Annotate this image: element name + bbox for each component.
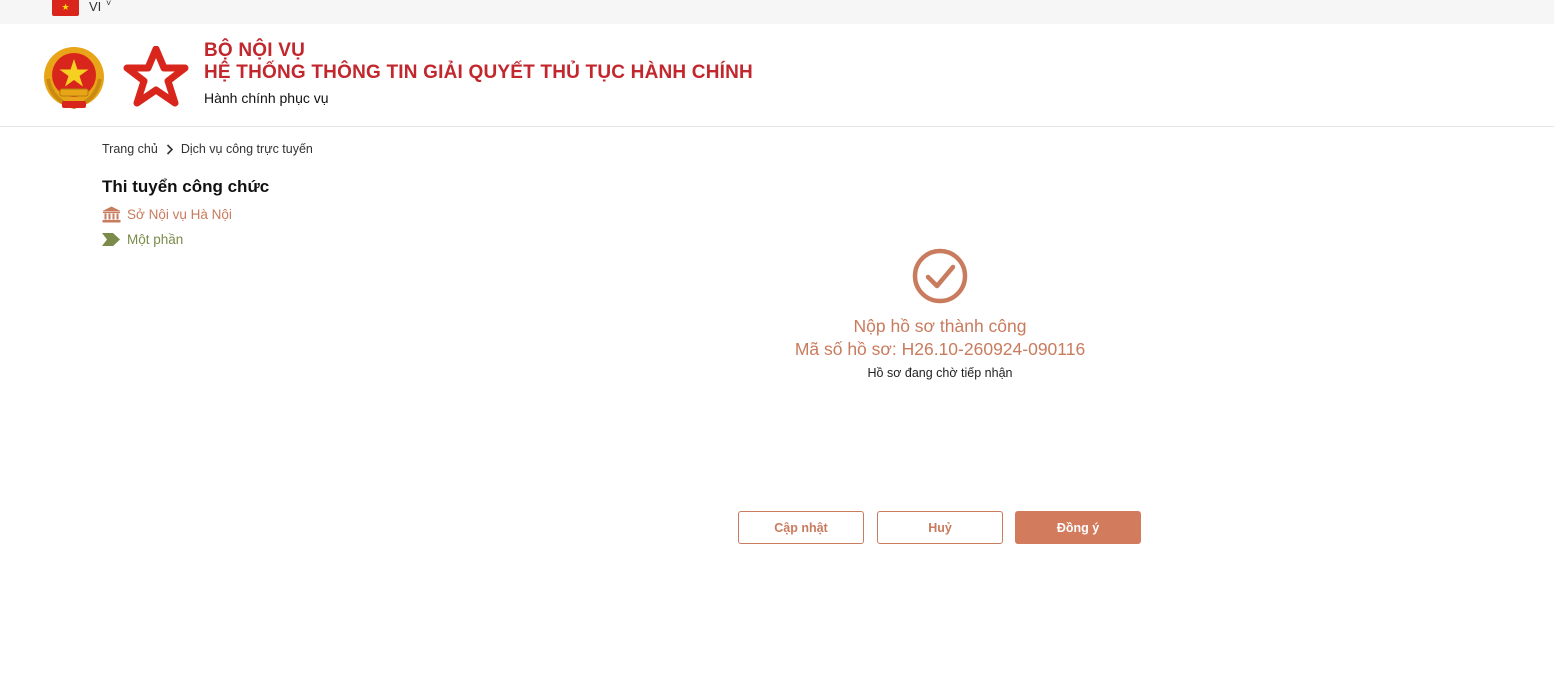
service-level-row: Một phần	[102, 232, 183, 247]
agency-name: Sở Nội vụ Hà Nội	[127, 207, 232, 222]
site-header: BỘ NỘI VỤ HỆ THỐNG THÔNG TIN GIẢI QUYẾT …	[0, 24, 1554, 127]
chevron-down-icon[interactable]: ˅	[106, 0, 111, 8]
chevron-right-icon	[166, 143, 173, 155]
slogan: Hành chính phục vụ	[204, 90, 329, 106]
vietnam-flag-icon[interactable]: ★	[52, 0, 79, 16]
dossier-code: Mã số hồ sơ: H26.10-260924-090116	[794, 339, 1086, 359]
update-button[interactable]: Cập nhật	[738, 511, 864, 544]
breadcrumb-home-link[interactable]: Trang chủ	[102, 142, 158, 156]
breadcrumb: Trang chủ Dịch vụ công trực tuyến	[102, 142, 313, 156]
procedure-title: Thi tuyển công chức	[102, 177, 270, 196]
building-icon	[102, 206, 121, 223]
breadcrumb-current: Dịch vụ công trực tuyến	[180, 142, 313, 156]
service-level: Một phần	[127, 232, 184, 247]
cancel-button[interactable]: Huỷ	[877, 511, 1003, 544]
confirm-button[interactable]: Đồng ý	[1015, 511, 1141, 544]
agency-row: Sở Nội vụ Hà Nội	[102, 206, 232, 223]
check-circle-icon	[912, 248, 968, 304]
ministry-name: BỘ NỘI VỤ	[204, 40, 306, 61]
success-message: Nộp hồ sơ thành công	[853, 316, 1027, 336]
national-emblem-icon[interactable]	[42, 45, 106, 111]
dossier-status: Hồ sơ đang chờ tiếp nhận	[867, 366, 1013, 380]
system-title: HỆ THỐNG THÔNG TIN GIẢI QUYẾT THỦ TỤC HÀ…	[204, 62, 753, 83]
language-selector[interactable]: VI	[89, 0, 101, 14]
arrow-tag-icon	[102, 233, 120, 246]
language-bar: ★ VI ˅	[0, 0, 1554, 24]
public-service-logo-icon[interactable]	[123, 46, 189, 110]
